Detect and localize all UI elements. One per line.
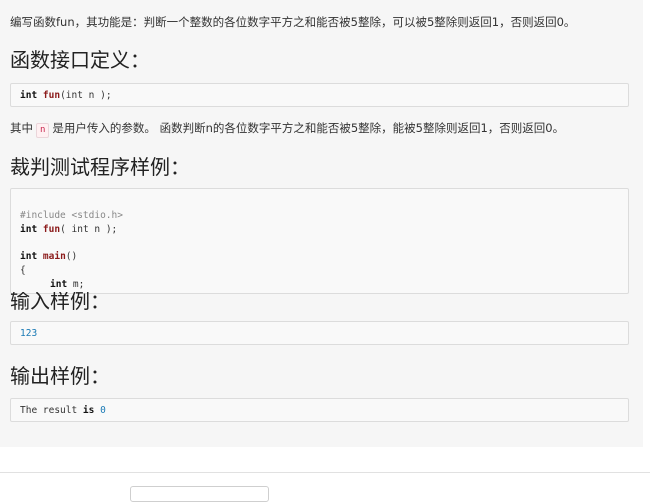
- code-line-brace: {: [20, 265, 26, 276]
- interface-code-block: int fun(int n );: [10, 83, 629, 107]
- param-note: 其中 n 是用户传入的参数。 函数判断n的各位数字平方之和能否被5整除，能被5整除则…: [10, 120, 564, 138]
- section-divider: [0, 472, 650, 473]
- code-keyword: int: [20, 224, 38, 235]
- output-sample-line: The result is 0: [20, 405, 106, 416]
- code-keyword: int: [50, 279, 68, 290]
- code-params: (): [65, 251, 78, 262]
- code-function-name: fun: [42, 90, 61, 101]
- param-note-suffix: 是用户传入的参数。 函数判断n的各位数字平方之和能否被5整除，能被5整除则返回1…: [52, 121, 565, 135]
- inline-code-var: n: [36, 123, 50, 138]
- output-number: 0: [100, 405, 106, 416]
- code-line-main: int main(): [20, 251, 77, 262]
- input-sample-block: 123: [10, 321, 629, 345]
- code-function-name: fun: [42, 224, 61, 235]
- code-keyword: is: [82, 405, 95, 416]
- code-params: (int n );: [60, 90, 112, 101]
- code-line-var: int m;: [50, 279, 84, 290]
- code-keyword: int: [20, 251, 38, 262]
- code-keyword: int: [20, 90, 38, 101]
- output-heading: 输出样例：: [10, 364, 110, 388]
- param-note-prefix: 其中: [10, 121, 33, 135]
- code-line-declaration: int fun( int n );: [20, 224, 117, 235]
- code-params: ( int n );: [60, 224, 118, 235]
- interface-heading: 函数接口定义：: [10, 48, 150, 72]
- code-line-include: #include <stdio.h>: [20, 210, 123, 221]
- input-sample-value: 123: [20, 328, 38, 339]
- bottom-control[interactable]: [130, 486, 269, 502]
- code-var-decl: m;: [67, 279, 85, 290]
- problem-statement: 编写函数fun，其功能是：判断一个整数的各位数字平方之和能否被5整除，可以被5整…: [0, 0, 643, 447]
- interface-code-line: int fun(int n );: [20, 90, 112, 101]
- problem-description: 编写函数fun，其功能是：判断一个整数的各位数字平方之和能否被5整除，可以被5整…: [10, 15, 576, 29]
- sample-program-code-block[interactable]: #include <stdio.h> int fun( int n ); int…: [10, 188, 629, 294]
- code-function-name: main: [42, 251, 66, 262]
- output-text: The result: [20, 405, 83, 416]
- output-sample-block: The result is 0: [10, 398, 629, 422]
- sample-program-heading: 裁判测试程序样例：: [10, 155, 190, 179]
